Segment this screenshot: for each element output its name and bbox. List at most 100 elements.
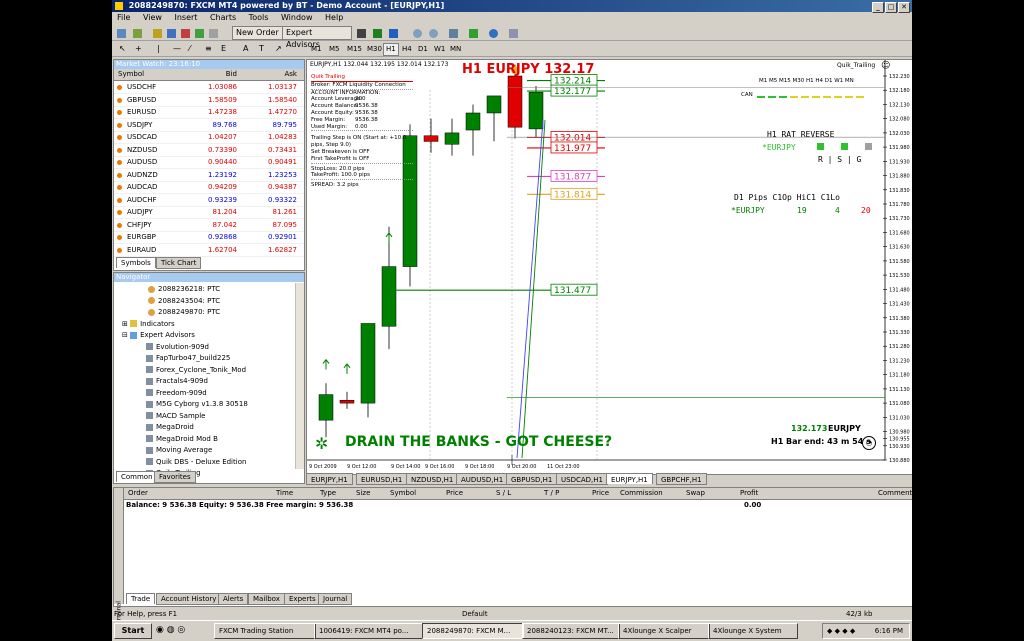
th-comment[interactable]: Comment (878, 488, 912, 499)
tab-favorites[interactable]: Favorites (154, 471, 196, 483)
nav-account[interactable]: 2088236218: PTC (148, 284, 220, 295)
task-mt4-2088249870[interactable]: 2088249870: FXCM M... (422, 623, 524, 639)
tf-m1[interactable]: M1 (308, 43, 325, 56)
task-fxcm-trading-station[interactable]: FXCM Trading Station (214, 623, 316, 639)
tab-trade[interactable]: Trade (126, 593, 156, 604)
tab-tick-chart[interactable]: Tick Chart (156, 257, 202, 269)
market-row-usdjpy[interactable]: USDJPY 89.768 89.795 (114, 119, 304, 132)
menu-charts[interactable]: Charts (210, 13, 236, 22)
navigator-icon[interactable] (180, 27, 191, 40)
label-icon[interactable]: T (258, 43, 265, 56)
trendline-icon[interactable]: ⁄ (188, 43, 191, 56)
task-x-scalper[interactable]: 4Xlounge X Scalper (618, 623, 710, 639)
tray-icons[interactable]: ◆ ◆ ◆ ◆ (827, 627, 855, 635)
nav-expert-item[interactable]: MegaDroid (146, 422, 194, 433)
menu-window[interactable]: Window (281, 13, 313, 22)
th-profit[interactable]: Profit (740, 488, 758, 499)
indicators-icon[interactable] (468, 27, 479, 40)
new-chart-icon[interactable] (116, 27, 127, 40)
tf-w1[interactable]: W1 (431, 43, 448, 56)
text-icon[interactable]: A (242, 43, 249, 56)
tab-symbols[interactable]: Symbols (116, 257, 156, 268)
market-row-usdchf[interactable]: USDCHF 1.03086 1.03137 (114, 81, 304, 94)
menu-view[interactable]: View (143, 13, 162, 22)
quick-launch-icons[interactable]: ◉ ◍ ◎ (156, 625, 185, 635)
nav-expert-item[interactable]: Freedom-909d (146, 388, 207, 399)
collapse-icon[interactable]: ⊟ (122, 331, 128, 339)
data-window-icon[interactable] (166, 27, 177, 40)
market-row-audusd[interactable]: AUDUSD 0.90440 0.90491 (114, 156, 304, 169)
nav-expert-item[interactable]: Forex_Cyclone_Tonik_Mod (146, 365, 246, 376)
tab-journal[interactable]: Journal (318, 593, 353, 605)
zoom-out-icon[interactable] (428, 27, 439, 40)
tf-h4[interactable]: H4 (399, 43, 415, 56)
nav-expert-item[interactable]: FapTurbo47_build225 (146, 353, 230, 364)
tab-common[interactable]: Common (116, 471, 158, 482)
tab-experts[interactable]: Experts (284, 593, 321, 605)
tf-m30[interactable]: M30 (364, 43, 385, 56)
th-commission[interactable]: Commission (620, 488, 663, 499)
th-price[interactable]: Price (446, 488, 463, 499)
market-row-audjpy[interactable]: AUDJPY 81.204 81.261 (114, 206, 304, 219)
chart-tab-4[interactable]: AUDUSD,H1 (456, 473, 509, 485)
chart-tab-7-active[interactable]: EURJPY,H1 (606, 473, 653, 484)
task-mt4-1006419[interactable]: 1006419: FXCM MT4 po... (314, 623, 424, 639)
col-symbol[interactable]: Symbol (118, 69, 144, 80)
tf-h1[interactable]: H1 (383, 43, 399, 56)
task-mt4-2088240123[interactable]: 2088240123: FXCM MT... (522, 623, 620, 639)
market-row-eurusd[interactable]: EURUSD 1.47238 1.47270 (114, 106, 304, 119)
market-row-gbpusd[interactable]: GBPUSD 1.58509 1.58540 (114, 94, 304, 107)
nav-account[interactable]: 2088249870: PTC (148, 307, 220, 318)
terminal-icon[interactable] (194, 27, 205, 40)
chart-tab-1[interactable]: EURJPY,H1 (306, 473, 353, 485)
chart-tab-2[interactable]: EURUSD,H1 (356, 473, 408, 485)
zoom-in-icon[interactable] (412, 27, 423, 40)
th-time[interactable]: Time (276, 488, 293, 499)
th-symbol[interactable]: Symbol (390, 488, 416, 499)
th-order[interactable]: Order (128, 488, 148, 499)
market-row-audnzd[interactable]: AUDNZD 1.23192 1.23253 (114, 169, 304, 182)
th-price2[interactable]: Price (592, 488, 609, 499)
start-button[interactable]: Start (114, 623, 152, 639)
tab-alerts[interactable]: Alerts (218, 593, 249, 605)
arrows-icon[interactable]: ↗ (274, 43, 283, 56)
nav-expert-item[interactable]: Moving Average (146, 445, 212, 456)
crosshair-icon[interactable]: + (134, 43, 143, 56)
nav-expert-item[interactable]: Evolution-909d (146, 342, 209, 353)
channel-icon[interactable]: ≡ (204, 43, 213, 56)
tf-mn[interactable]: MN (447, 43, 464, 56)
nav-expert-item[interactable]: Quik DBS - Deluxe Edition (146, 457, 246, 468)
expand-icon[interactable]: ⊞ (122, 320, 128, 328)
candle-chart-icon[interactable] (372, 27, 383, 40)
tf-d1[interactable]: D1 (415, 43, 431, 56)
nav-account[interactable]: 2088243504: PTC (148, 296, 220, 307)
tf-m15[interactable]: M15 (344, 43, 365, 56)
periods-icon[interactable] (488, 27, 499, 40)
chart-area[interactable]: 132.230 132.180 132.130 132.080 132.030 131.9… (306, 59, 912, 475)
tf-m5[interactable]: M5 (326, 43, 343, 56)
tab-mailbox[interactable]: Mailbox (248, 593, 285, 605)
col-bid[interactable]: Bid (226, 69, 237, 80)
templates-icon[interactable] (508, 27, 519, 40)
market-row-audchf[interactable]: AUDCHF 0.93239 0.93322 (114, 194, 304, 207)
market-row-eurgbp[interactable]: EURGBP 0.92868 0.92901 (114, 231, 304, 244)
nav-expert-advisors[interactable]: ⊟ Expert Advisors (122, 330, 195, 341)
th-type[interactable]: Type (320, 488, 336, 499)
market-row-chfjpy[interactable]: CHFJPY 87.042 87.095 (114, 219, 304, 232)
th-sl[interactable]: S / L (496, 488, 511, 499)
market-row-nzdusd[interactable]: NZDUSD 0.73390 0.73431 (114, 144, 304, 157)
chart-tab-8[interactable]: GBPCHF,H1 (656, 473, 707, 485)
market-watch-icon[interactable] (152, 27, 163, 40)
new-order-button[interactable]: New Order (232, 26, 284, 40)
menu-file[interactable]: File (117, 13, 130, 22)
line-chart-icon[interactable] (388, 27, 399, 40)
nav-expert-item[interactable]: M5G Cyborg v1.3.8 30518 (146, 399, 248, 410)
chart-tab-6[interactable]: USDCAD,H1 (556, 473, 608, 485)
profiles-icon[interactable] (132, 27, 143, 40)
th-size[interactable]: Size (356, 488, 370, 499)
fibo-icon[interactable]: E (220, 43, 227, 56)
chart-tab-3[interactable]: NZDUSD,H1 (406, 473, 459, 485)
cursor-icon[interactable]: ↖ (118, 43, 127, 56)
bar-chart-icon[interactable] (356, 27, 367, 40)
nav-expert-item[interactable]: MegaDroid Mod B (146, 434, 218, 445)
